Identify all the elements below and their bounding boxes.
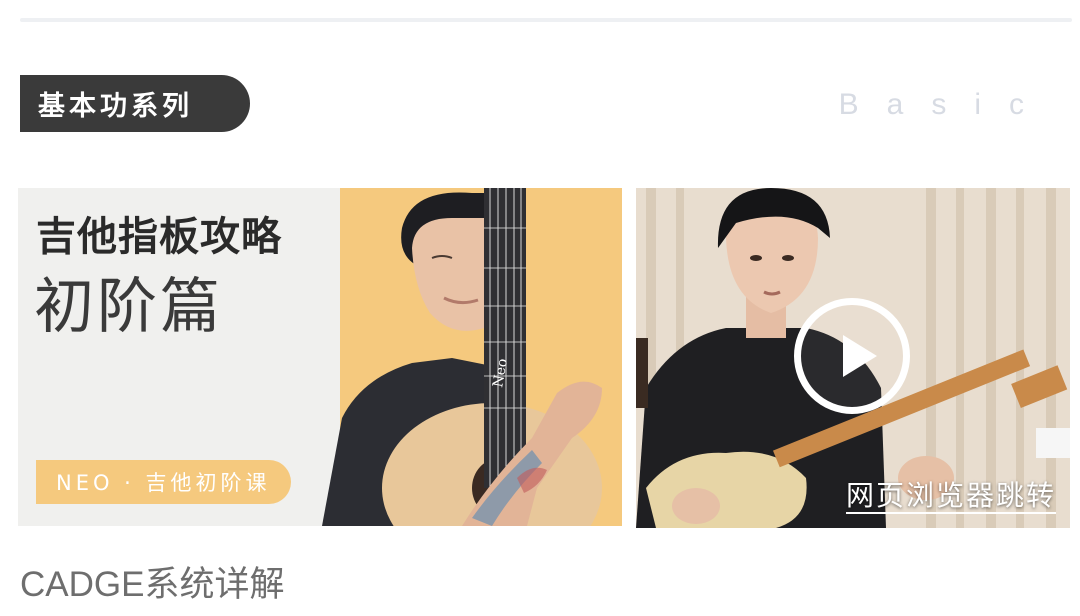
course-card-fingerboard[interactable]: Neo 吉他指板攻略 初阶篇 NEO · 吉他初阶课 [18, 188, 622, 526]
section-title-en: Basic [838, 88, 1052, 121]
play-button[interactable] [794, 298, 910, 414]
card-caption: CADGE系统详解 [20, 565, 285, 604]
course-title: 吉他指板攻略 [36, 214, 282, 260]
guitarist-hugging-guitar-image: Neo [322, 188, 602, 526]
section-title: 基本功系列 [38, 91, 193, 122]
open-in-browser-link[interactable]: 网页浏览器跳转 [845, 474, 1056, 514]
course-tag: NEO · 吉他初阶课 [36, 460, 291, 504]
open-in-browser-label: 网页浏览器跳转 [845, 479, 1056, 514]
play-icon [843, 335, 877, 377]
section-title-pill: 基本功系列 [20, 75, 250, 132]
course-subtitle: 初阶篇 [34, 272, 223, 342]
top-divider [20, 18, 1072, 22]
video-card[interactable]: 网页浏览器跳转 [636, 188, 1070, 528]
